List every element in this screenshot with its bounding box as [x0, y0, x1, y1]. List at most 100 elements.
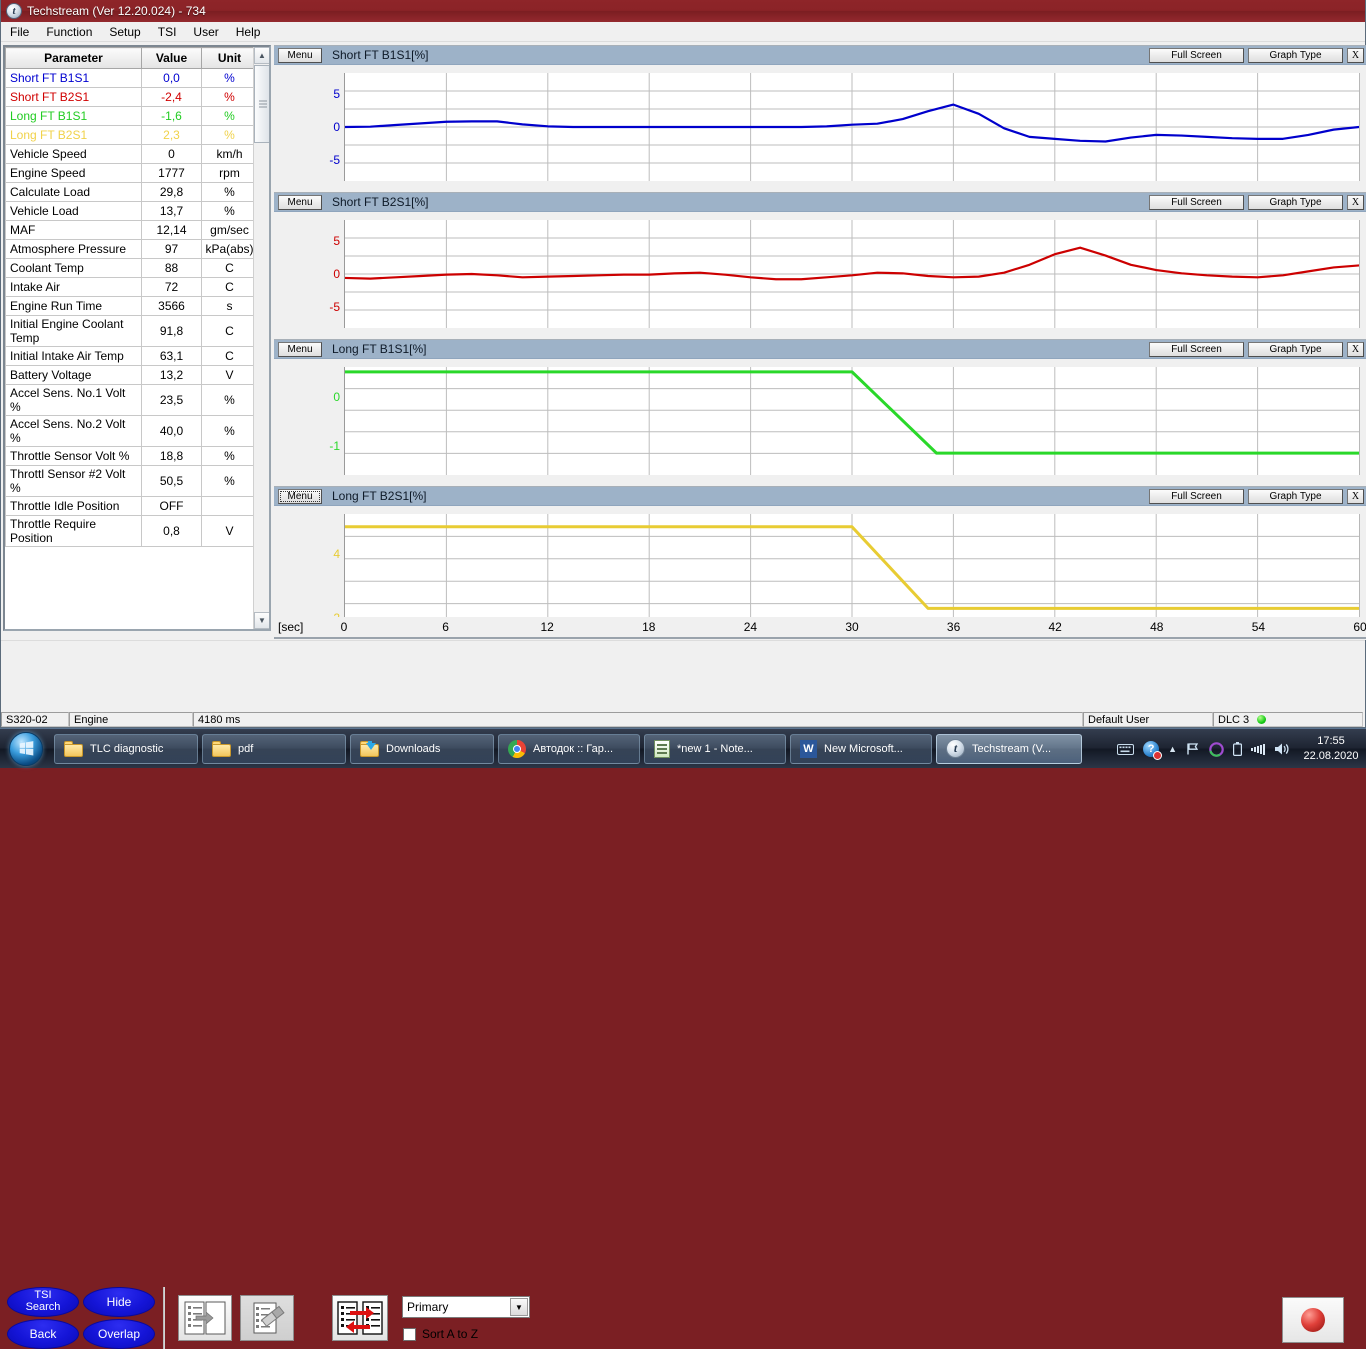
- table-row[interactable]: Engine Run Time3566s: [6, 297, 258, 316]
- taskbar-task-3[interactable]: Downloads: [350, 734, 494, 764]
- menu-user[interactable]: User: [185, 23, 226, 41]
- bottom-toolbar: TSI Search Hide Back Overlap: [1, 640, 1365, 711]
- graph-panel-4: MenuLong FT B2S1[%]Full ScreenGraph Type…: [274, 486, 1366, 636]
- parameter-name: MAF: [6, 221, 142, 240]
- table-row[interactable]: Throttle Sensor Volt %18,8%: [6, 447, 258, 466]
- menu-help[interactable]: Help: [228, 23, 269, 41]
- taskbar-task-7[interactable]: tTechstream (V...: [936, 734, 1082, 764]
- graph-type-button[interactable]: Graph Type: [1248, 489, 1343, 504]
- full-screen-button[interactable]: Full Screen: [1149, 489, 1244, 504]
- shield-icon[interactable]: [1209, 742, 1224, 757]
- column-header-parameter[interactable]: Parameter: [6, 48, 142, 69]
- graph-panel-header: MenuLong FT B2S1[%]Full ScreenGraph Type…: [274, 487, 1366, 506]
- chevron-up-icon[interactable]: ▲: [1168, 744, 1177, 754]
- signal-icon[interactable]: [1251, 743, 1265, 755]
- graph-type-button[interactable]: Graph Type: [1248, 48, 1343, 63]
- move-to-list-icon[interactable]: [178, 1295, 232, 1341]
- x-axis-tick-label: 48: [1150, 620, 1163, 634]
- menu-function[interactable]: Function: [38, 23, 100, 41]
- graph-type-button[interactable]: Graph Type: [1248, 342, 1343, 357]
- parameter-panel[interactable]: Parameter Value Unit Short FT B1S10,0%Sh…: [3, 45, 271, 631]
- record-button[interactable]: [1282, 1297, 1344, 1343]
- graph-menu-button[interactable]: Menu: [278, 342, 322, 357]
- graph-plot-area[interactable]: [344, 367, 1360, 475]
- graph-plot-area[interactable]: [344, 220, 1360, 328]
- table-row[interactable]: Throttle Require Position0,8V: [6, 516, 258, 547]
- table-row[interactable]: Long FT B2S12,3%: [6, 126, 258, 145]
- table-row[interactable]: Atmosphere Pressure97kPa(abs): [6, 240, 258, 259]
- taskbar-clock[interactable]: 17:55 22.08.2020: [1302, 734, 1360, 764]
- table-row[interactable]: Accel Sens. No.2 Volt %40,0%: [6, 416, 258, 447]
- table-row[interactable]: Initial Engine Coolant Temp91,8C: [6, 316, 258, 347]
- overlap-button[interactable]: Overlap: [83, 1319, 155, 1349]
- parameter-name: Battery Voltage: [6, 366, 142, 385]
- full-screen-button[interactable]: Full Screen: [1149, 195, 1244, 210]
- table-row[interactable]: Vehicle Speed0km/h: [6, 145, 258, 164]
- table-row[interactable]: Throttl Sensor #2 Volt %50,5%: [6, 466, 258, 497]
- help-icon[interactable]: ?: [1143, 741, 1159, 757]
- chevron-down-icon[interactable]: ▼: [510, 1298, 528, 1316]
- swap-lists-icon[interactable]: [332, 1295, 388, 1341]
- sort-a-to-z-row[interactable]: Sort A to Z: [403, 1327, 478, 1341]
- graph-plot-area[interactable]: [344, 73, 1360, 181]
- folder-icon: [212, 741, 231, 757]
- graph-plot-area[interactable]: [344, 514, 1360, 626]
- flag-icon[interactable]: [1186, 742, 1200, 756]
- back-button[interactable]: Back: [7, 1319, 79, 1349]
- menu-tsi[interactable]: TSI: [150, 23, 185, 41]
- hide-button[interactable]: Hide: [83, 1287, 155, 1317]
- column-header-unit[interactable]: Unit: [202, 48, 258, 69]
- scroll-up-icon[interactable]: ▲: [254, 47, 270, 64]
- parameter-name: Short FT B1S1: [6, 69, 142, 88]
- graph-menu-button[interactable]: Menu: [278, 489, 322, 504]
- sort-a-to-z-checkbox[interactable]: [403, 1328, 416, 1341]
- parameter-scrollbar[interactable]: ▲ ▼: [253, 47, 269, 629]
- menu-file[interactable]: File: [2, 23, 37, 41]
- table-row[interactable]: Intake Air72C: [6, 278, 258, 297]
- table-row[interactable]: Engine Speed1777rpm: [6, 164, 258, 183]
- close-graph-icon[interactable]: X: [1347, 195, 1364, 210]
- taskbar-task-4[interactable]: Автодок :: Гар...: [498, 734, 640, 764]
- scroll-down-icon[interactable]: ▼: [254, 612, 270, 629]
- graph-menu-button[interactable]: Menu: [278, 48, 322, 63]
- table-row[interactable]: MAF12,14gm/sec: [6, 221, 258, 240]
- keyboard-icon[interactable]: [1117, 744, 1134, 755]
- taskbar-task-5[interactable]: *new 1 - Note...: [644, 734, 786, 764]
- table-row[interactable]: Long FT B1S1-1,6%: [6, 107, 258, 126]
- table-row[interactable]: Throttle Idle PositionOFF: [6, 497, 258, 516]
- taskbar-task-6[interactable]: WNew Microsoft...: [790, 734, 932, 764]
- full-screen-button[interactable]: Full Screen: [1149, 342, 1244, 357]
- close-graph-icon[interactable]: X: [1347, 48, 1364, 63]
- graph-menu-button[interactable]: Menu: [278, 195, 322, 210]
- table-row[interactable]: Battery Voltage13,2V: [6, 366, 258, 385]
- parameter-value: 40,0: [142, 416, 202, 447]
- volume-icon[interactable]: [1274, 742, 1289, 756]
- column-header-value[interactable]: Value: [142, 48, 202, 69]
- taskbar-task-2[interactable]: pdf: [202, 734, 346, 764]
- start-button[interactable]: [2, 730, 50, 768]
- table-row[interactable]: Calculate Load29,8%: [6, 183, 258, 202]
- parameter-value: 50,5: [142, 466, 202, 497]
- table-row[interactable]: Coolant Temp88C: [6, 259, 258, 278]
- graph-type-button[interactable]: Graph Type: [1248, 195, 1343, 210]
- graph-panel-header: MenuLong FT B1S1[%]Full ScreenGraph Type…: [274, 340, 1366, 359]
- parameter-unit: %: [202, 69, 258, 88]
- table-row[interactable]: Accel Sens. No.1 Volt %23,5%: [6, 385, 258, 416]
- full-screen-button[interactable]: Full Screen: [1149, 48, 1244, 63]
- battery-icon[interactable]: [1233, 742, 1242, 756]
- taskbar-task-list: TLC diagnosticpdfDownloadsАвтодок :: Гар…: [50, 734, 1082, 764]
- table-row[interactable]: Short FT B1S10,0%: [6, 69, 258, 88]
- close-graph-icon[interactable]: X: [1347, 342, 1364, 357]
- erase-list-icon[interactable]: [240, 1295, 294, 1341]
- parameter-unit: C: [202, 347, 258, 366]
- close-graph-icon[interactable]: X: [1347, 489, 1364, 504]
- table-row[interactable]: Short FT B2S1-2,4%: [6, 88, 258, 107]
- data-source-select[interactable]: Primary ▼: [402, 1296, 530, 1318]
- menu-setup[interactable]: Setup: [101, 23, 148, 41]
- clock-date: 22.08.2020: [1302, 749, 1360, 764]
- table-row[interactable]: Initial Intake Air Temp63,1C: [6, 347, 258, 366]
- table-row[interactable]: Vehicle Load13,7%: [6, 202, 258, 221]
- scrollbar-thumb[interactable]: [254, 65, 270, 143]
- taskbar-task-1[interactable]: TLC diagnostic: [54, 734, 198, 764]
- tsi-search-button[interactable]: TSI Search: [7, 1287, 79, 1317]
